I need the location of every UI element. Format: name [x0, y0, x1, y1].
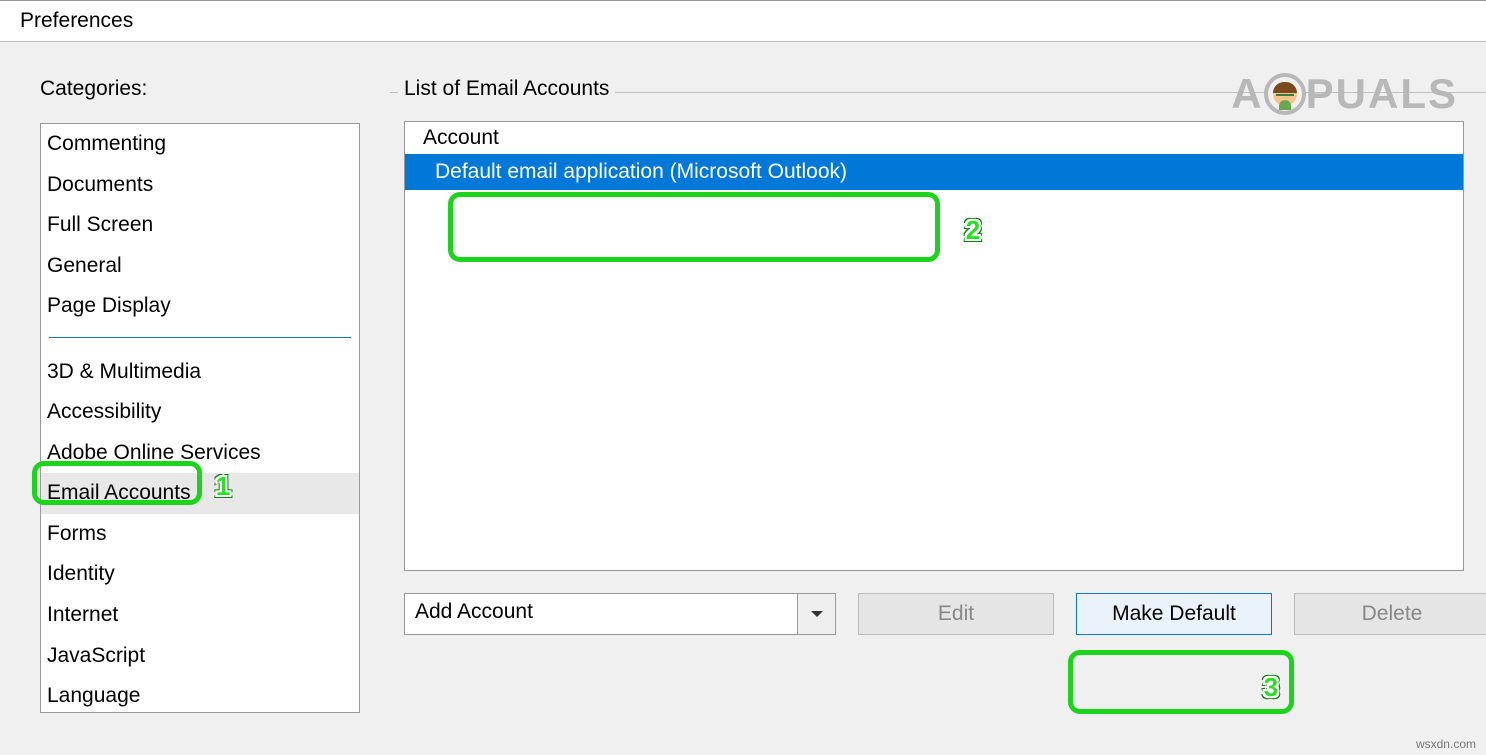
category-internet[interactable]: Internet [41, 595, 359, 636]
delete-button[interactable]: Delete [1294, 593, 1486, 635]
edit-button[interactable]: Edit [858, 593, 1054, 635]
category-accessibility[interactable]: Accessibility [41, 392, 359, 433]
category-email-accounts[interactable]: Email Accounts [41, 473, 359, 514]
category-page-display[interactable]: Page Display [41, 286, 359, 327]
add-account-chevron-button[interactable] [797, 594, 835, 634]
window-title: Preferences [20, 9, 133, 32]
categories-list[interactable]: Commenting Documents Full Screen General… [40, 123, 360, 713]
annotation-badge-3: 3 [1254, 667, 1288, 707]
appuals-avatar-icon [1264, 73, 1306, 115]
account-actions-row: Add Account Edit Make Default Delete [404, 593, 1486, 635]
annotation-badge-2: 2 [956, 210, 990, 250]
category-commenting[interactable]: Commenting [41, 124, 359, 165]
account-list[interactable]: Account Default email application (Micro… [404, 121, 1464, 571]
categories-panel: Categories: Commenting Documents Full Sc… [40, 77, 360, 747]
window-title-bar: Preferences [0, 0, 1486, 42]
email-accounts-panel: List of Email Accounts Account Default e… [390, 77, 1486, 747]
category-full-screen[interactable]: Full Screen [41, 205, 359, 246]
category-general[interactable]: General [41, 246, 359, 287]
account-column-header[interactable]: Account [405, 122, 1463, 154]
accounts-group-box: Account Default email application (Micro… [390, 92, 1486, 635]
category-forms[interactable]: Forms [41, 514, 359, 555]
category-divider [49, 337, 351, 338]
category-language[interactable]: Language [41, 676, 359, 713]
section-title: List of Email Accounts [398, 77, 615, 101]
account-row-default[interactable]: Default email application (Microsoft Out… [405, 154, 1463, 190]
category-3d-multimedia[interactable]: 3D & Multimedia [41, 352, 359, 393]
category-adobe-online-services[interactable]: Adobe Online Services [41, 433, 359, 474]
source-note: wsxdn.com [1416, 737, 1476, 751]
add-account-dropdown[interactable]: Add Account [404, 593, 836, 635]
category-identity[interactable]: Identity [41, 554, 359, 595]
category-javascript[interactable]: JavaScript [41, 636, 359, 677]
add-account-label: Add Account [405, 594, 797, 634]
make-default-button[interactable]: Make Default [1076, 593, 1272, 635]
category-documents[interactable]: Documents [41, 165, 359, 206]
annotation-badge-1: 1 [206, 466, 240, 506]
appuals-watermark: A PUALS [1231, 70, 1458, 118]
categories-heading: Categories: [40, 77, 360, 101]
chevron-down-icon [811, 611, 823, 617]
preferences-content: Categories: Commenting Documents Full Sc… [0, 42, 1486, 747]
